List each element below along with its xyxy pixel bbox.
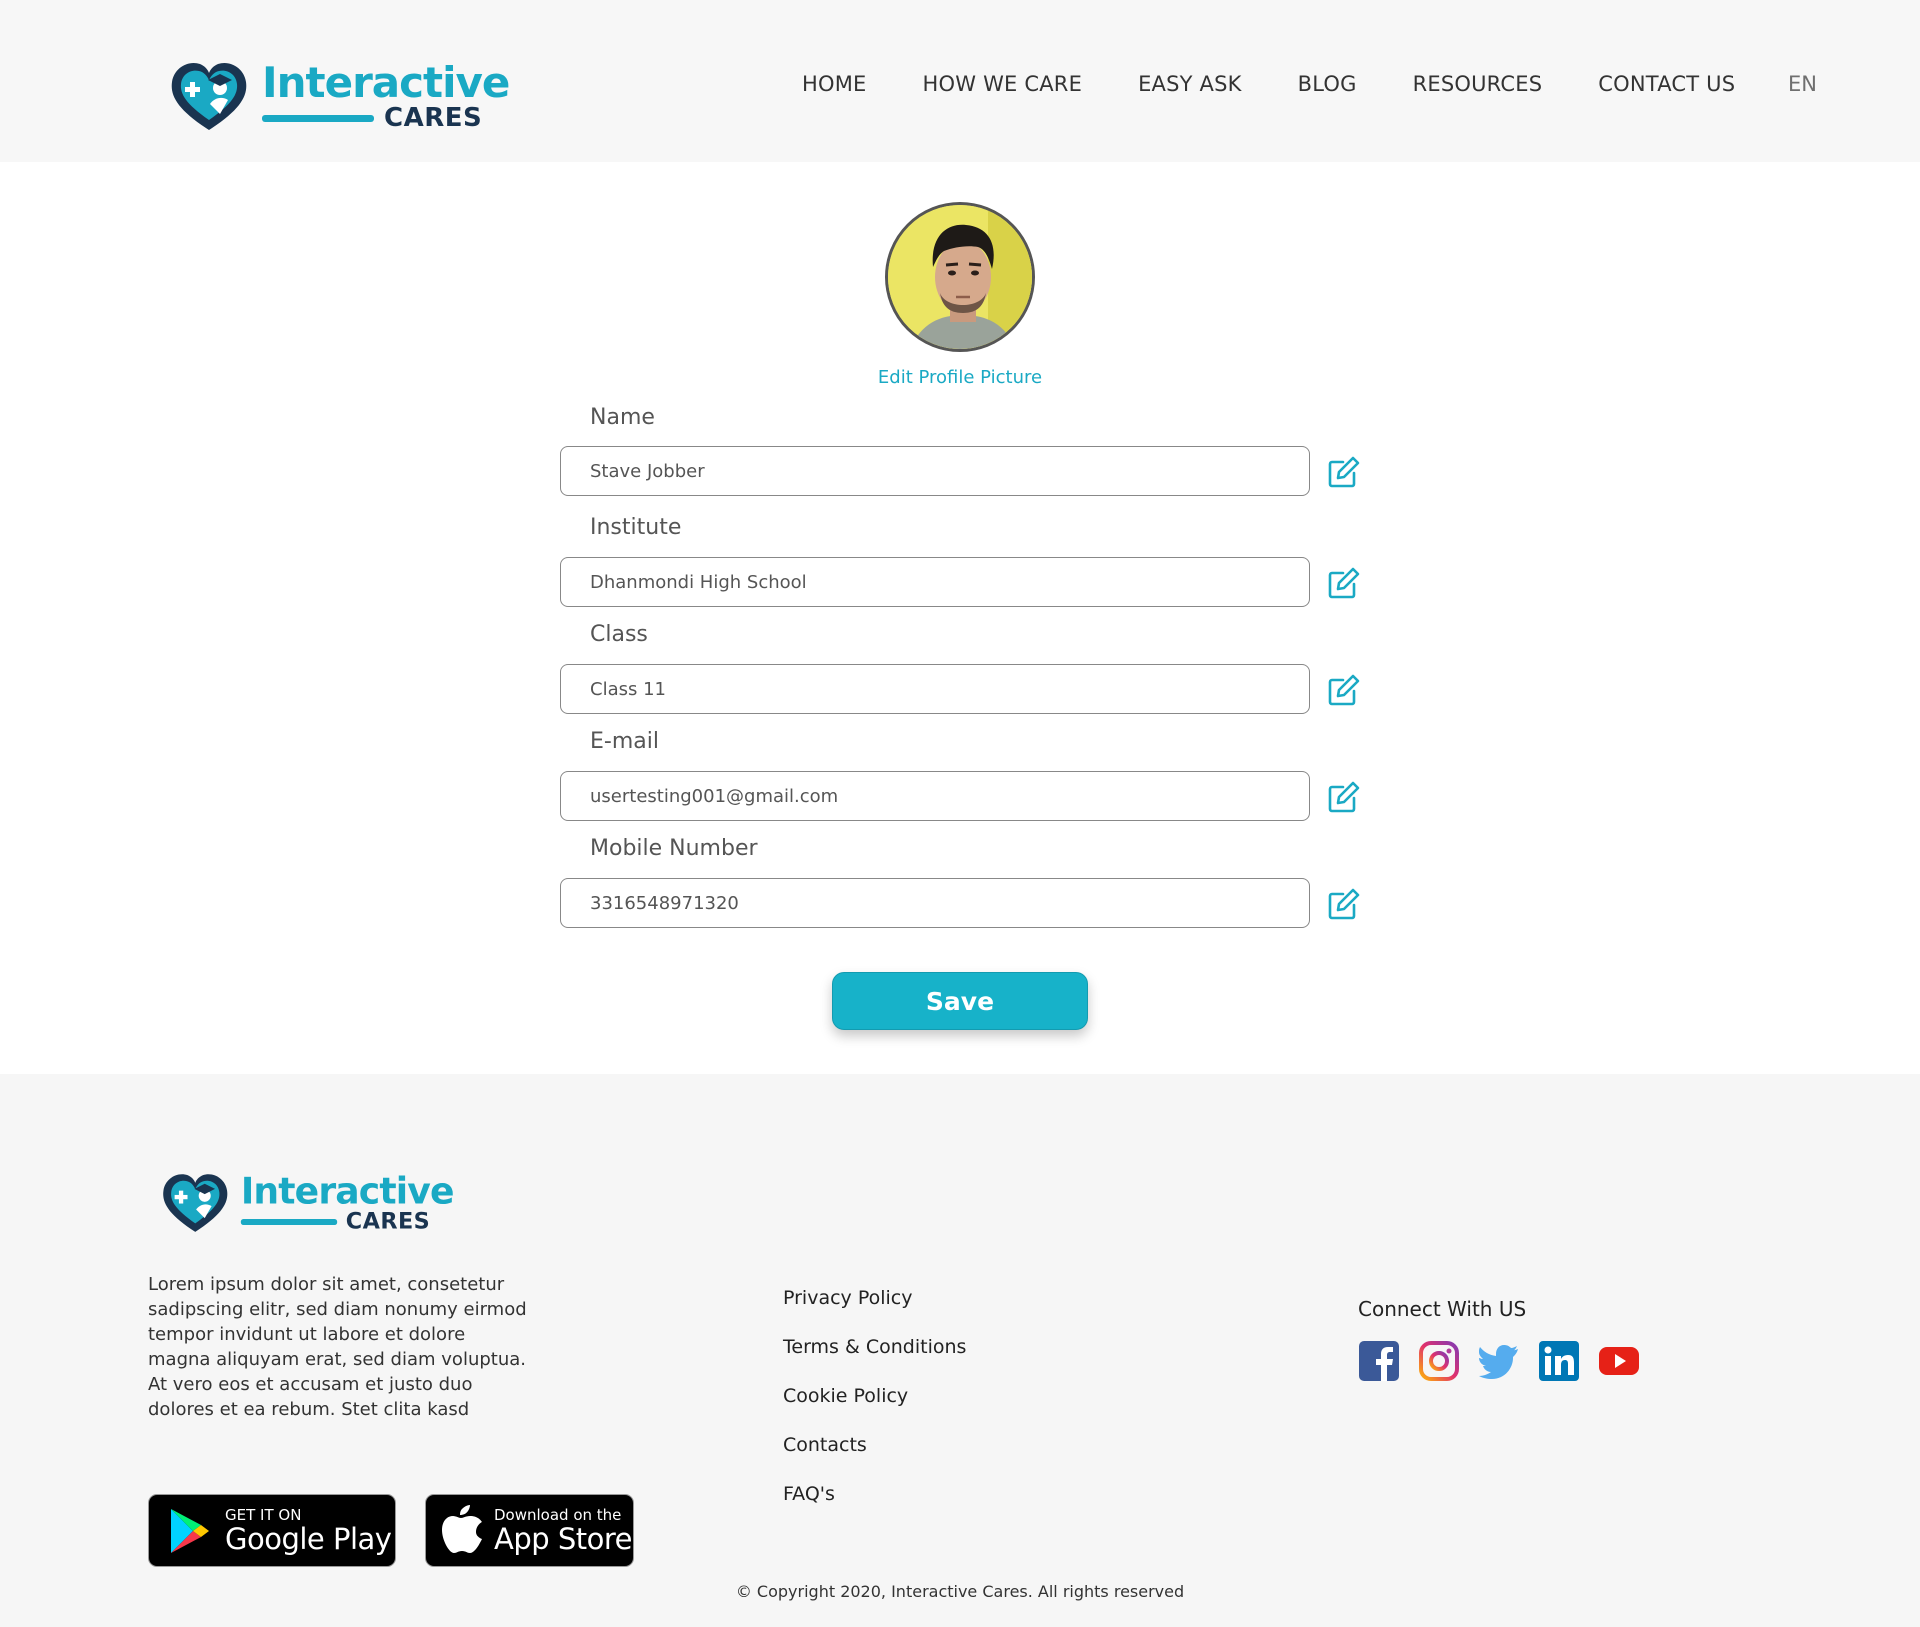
nav-easy-ask[interactable]: EASY ASK <box>1138 72 1242 96</box>
google-play-big-text: Google Play <box>225 1521 392 1556</box>
terms-conditions-link[interactable]: Terms & Conditions <box>783 1336 966 1359</box>
footer-links: Privacy Policy Terms & Conditions Cookie… <box>783 1287 966 1532</box>
privacy-policy-link[interactable]: Privacy Policy <box>783 1287 966 1310</box>
mobile-number-label: Mobile Number <box>590 836 758 861</box>
save-button[interactable]: Save <box>832 972 1088 1030</box>
google-play-icon <box>171 1508 209 1553</box>
app-store-big-text: App Store <box>494 1521 633 1556</box>
copyright-label: © Copyright 2020, Interactive Cares. All… <box>735 1582 1185 1601</box>
nav-resources[interactable]: RESOURCES <box>1413 72 1543 96</box>
google-play-small-text: GET IT ON <box>225 1505 302 1524</box>
avatar-portrait-image <box>888 205 1032 349</box>
class-field[interactable] <box>560 664 1310 714</box>
profile-avatar[interactable] <box>885 202 1035 352</box>
site-header: Interactive CARES HOME HOW WE CARE EASY … <box>0 0 1920 162</box>
institute-field[interactable] <box>560 557 1310 607</box>
edit-mobile-number-icon[interactable] <box>1327 887 1361 921</box>
logo-word-cares: CARES <box>384 103 483 133</box>
footer-description: Lorem ipsum dolor sit amet, consetetur s… <box>148 1274 527 1420</box>
contacts-link[interactable]: Contacts <box>783 1434 966 1457</box>
edit-profile-picture-link[interactable]: Edit Profile Picture <box>800 367 1120 388</box>
heart-logo-icon <box>171 62 247 131</box>
class-label: Class <box>590 622 648 647</box>
logo-word-interactive: Interactive <box>240 1170 455 1213</box>
cookie-policy-link[interactable]: Cookie Policy <box>783 1385 966 1408</box>
heart-logo-icon <box>163 1174 228 1232</box>
edit-name-icon[interactable] <box>1327 455 1361 489</box>
app-store-badge[interactable]: Download on the App Store <box>425 1494 634 1567</box>
nav-home[interactable]: HOME <box>802 72 867 96</box>
connect-with-us-heading: Connect With US <box>1358 1297 1527 1321</box>
instagram-icon[interactable] <box>1418 1340 1460 1382</box>
edit-institute-icon[interactable] <box>1327 566 1361 600</box>
youtube-icon[interactable] <box>1598 1340 1640 1382</box>
logo-underline <box>262 114 374 122</box>
language-selector[interactable]: EN <box>1788 72 1817 96</box>
nav-contact-us[interactable]: CONTACT US <box>1598 72 1735 96</box>
copyright-text: © Copyright 2020, Interactive Cares. All… <box>0 1582 1920 1601</box>
apple-icon <box>442 1504 482 1553</box>
logo-word-cares: CARES <box>345 1208 431 1235</box>
nav-blog[interactable]: BLOG <box>1298 72 1357 96</box>
social-links <box>1358 1340 1658 1382</box>
institute-label: Institute <box>590 515 682 540</box>
faqs-link[interactable]: FAQ's <box>783 1483 966 1506</box>
main-nav: HOME HOW WE CARE EASY ASK BLOG RESOURCES… <box>802 72 1791 96</box>
brand-logo[interactable]: Interactive CARES <box>168 58 510 134</box>
twitter-icon[interactable] <box>1478 1340 1520 1382</box>
app-store-small-text: Download on the <box>494 1505 622 1524</box>
google-play-badge[interactable]: GET IT ON Google Play <box>148 1494 396 1567</box>
footer-brand-logo[interactable]: Interactive CARES <box>160 1170 454 1235</box>
linkedin-icon[interactable] <box>1538 1340 1580 1382</box>
edit-class-icon[interactable] <box>1327 673 1361 707</box>
mobile-number-field[interactable] <box>560 878 1310 928</box>
facebook-icon[interactable] <box>1358 1340 1400 1382</box>
name-label: Name <box>590 405 655 430</box>
nav-how-we-care[interactable]: HOW WE CARE <box>923 72 1083 96</box>
logo-word-interactive: Interactive <box>262 58 510 107</box>
logo-underline <box>240 1218 338 1225</box>
edit-email-icon[interactable] <box>1327 780 1361 814</box>
name-field[interactable] <box>560 446 1310 496</box>
email-label: E-mail <box>590 729 659 754</box>
email-field[interactable] <box>560 771 1310 821</box>
